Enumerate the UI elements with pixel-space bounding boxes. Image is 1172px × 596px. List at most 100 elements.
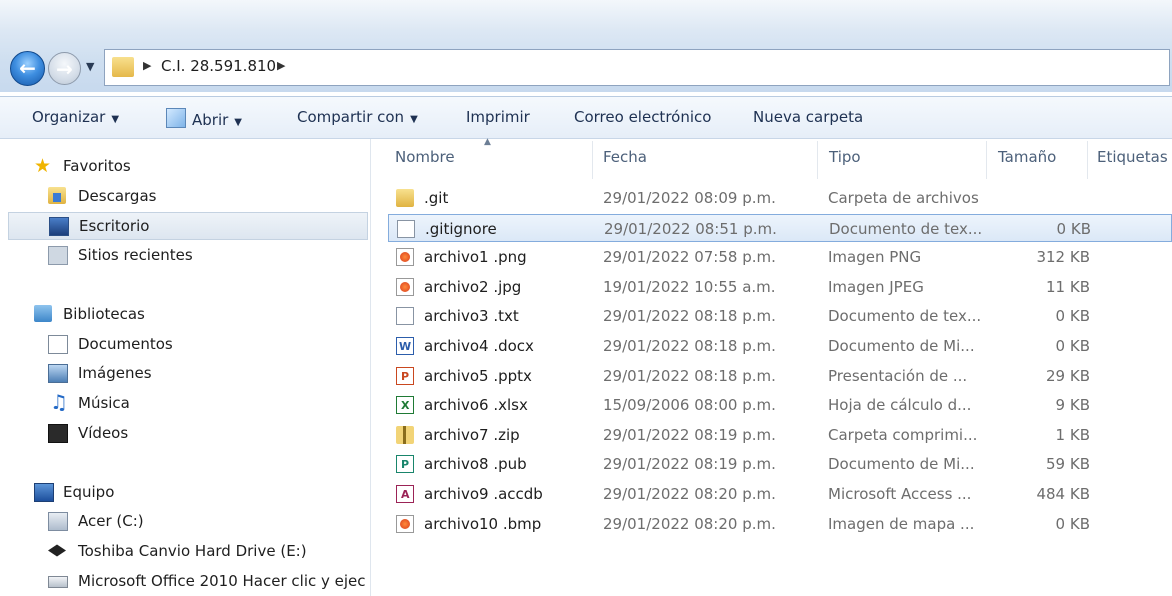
file-type: Imagen PNG <box>828 248 922 266</box>
file-row[interactable]: archivo1 .png 29/01/2022 07:58 p.m. Imagen… <box>388 243 1172 271</box>
file-type: Imagen JPEG <box>828 278 924 296</box>
column-nombre-label: Nombre <box>395 148 455 166</box>
file-row[interactable]: archivo5 .pptx 29/01/2022 08:18 p.m. Prese… <box>388 362 1172 391</box>
column-divider[interactable] <box>592 141 593 179</box>
file-type: Carpeta comprimi... <box>828 426 978 444</box>
column-header-nombre[interactable]: Nombre <box>395 148 455 166</box>
column-header-fecha[interactable]: Fecha <box>603 148 647 166</box>
file-row[interactable]: archivo6 .xlsx 15/09/2006 08:00 p.m. Hoja … <box>388 391 1172 420</box>
file-date: 29/01/2022 07:58 p.m. <box>603 248 776 266</box>
nav-musica[interactable]: ♫ Música <box>48 390 358 416</box>
optical-drive-icon <box>48 576 68 588</box>
nav-bibliotecas[interactable]: Bibliotecas <box>34 301 354 327</box>
computer-icon <box>34 483 54 502</box>
imprimir-button[interactable]: Imprimir <box>466 108 530 126</box>
chevron-right-icon[interactable]: ▶ <box>143 59 151 72</box>
column-header-tamano[interactable]: Tamaño <box>998 148 1056 166</box>
file-date: 29/01/2022 08:19 p.m. <box>603 455 776 473</box>
file-row[interactable]: archivo4 .docx 29/01/2022 08:18 p.m. Docum… <box>388 332 1172 361</box>
file-date: 29/01/2022 08:19 p.m. <box>603 426 776 444</box>
caret-down-icon: ▼ <box>111 114 120 125</box>
file-type: Carpeta de archivos <box>828 189 979 207</box>
nav-imagenes[interactable]: Imágenes <box>48 360 358 386</box>
abrir-label: Abrir <box>192 111 229 129</box>
correo-button[interactable]: Correo electrónico <box>574 108 711 126</box>
text-file-icon <box>396 307 414 325</box>
file-name: archivo6 .xlsx <box>424 396 528 414</box>
file-name: archivo3 .txt <box>424 307 519 325</box>
nav-escritorio[interactable]: Escritorio <box>8 212 368 240</box>
file-size: 11 KB <box>1046 278 1090 296</box>
column-divider[interactable] <box>986 141 987 179</box>
desktop-icon <box>49 217 69 236</box>
file-date: 15/09/2006 08:00 p.m. <box>603 396 776 414</box>
column-header-tipo[interactable]: Tipo <box>829 148 861 166</box>
file-size: 484 KB <box>1036 485 1090 503</box>
file-type: Imagen de mapa ... <box>828 515 975 533</box>
file-name: archivo9 .accdb <box>424 485 543 503</box>
organizar-button[interactable]: Organizar ▼ <box>32 108 119 126</box>
file-row[interactable]: archivo3 .txt 29/01/2022 08:18 p.m. Docume… <box>388 302 1172 330</box>
music-note-icon: ♫ <box>50 390 68 414</box>
access-file-icon <box>396 481 414 509</box>
navigation-pane[interactable]: ★ Favoritos Descargas Escritorio Sitios … <box>0 139 371 596</box>
file-name: archivo1 .png <box>424 248 527 266</box>
nav-descargas[interactable]: Descargas <box>48 183 358 209</box>
compartir-button[interactable]: Compartir con ▼ <box>297 108 418 126</box>
nav-drive-c[interactable]: Acer (C:) <box>48 508 358 534</box>
back-button[interactable]: ← <box>10 51 45 86</box>
file-type: Documento de tex... <box>828 307 982 325</box>
nav-favoritos-label: Favoritos <box>63 157 131 175</box>
chevron-right-icon[interactable]: ▶ <box>277 59 285 72</box>
address-bar[interactable]: ▶ C.I. 28.591.810 ▶ <box>104 49 1170 86</box>
file-date: 19/01/2022 10:55 a.m. <box>603 278 776 296</box>
nav-drive-e[interactable]: Toshiba Canvio Hard Drive (E:) <box>48 538 358 564</box>
hard-drive-icon <box>48 512 68 531</box>
file-list[interactable]: Nombre ▲ Fecha Tipo Tamaño Etiquetas .gi… <box>371 137 1172 596</box>
file-type: Presentación de ... <box>828 367 968 385</box>
file-size: 0 KB <box>1055 515 1090 533</box>
file-date: 29/01/2022 08:18 p.m. <box>603 367 776 385</box>
zip-file-icon <box>396 426 414 444</box>
file-row[interactable]: archivo7 .zip 29/01/2022 08:19 p.m. Carpet… <box>388 421 1172 449</box>
abrir-button[interactable]: Abrir ▼ <box>166 108 242 129</box>
nav-office-drive[interactable]: Microsoft Office 2010 Hacer clic y ejecu <box>48 568 366 594</box>
file-row[interactable]: archivo9 .accdb 29/01/2022 08:20 p.m. Micr… <box>388 480 1172 509</box>
file-row[interactable]: .gitignore 29/01/2022 08:51 p.m. Documento… <box>388 214 1172 242</box>
downloads-folder-icon <box>48 187 66 204</box>
file-date: 29/01/2022 08:09 p.m. <box>603 189 776 207</box>
nav-bibliotecas-label: Bibliotecas <box>63 305 145 323</box>
nueva-carpeta-button[interactable]: Nueva carpeta <box>753 108 863 126</box>
nav-documentos[interactable]: Documentos <box>48 331 358 357</box>
caret-down-icon: ▼ <box>410 114 418 125</box>
file-date: 29/01/2022 08:51 p.m. <box>604 220 777 238</box>
powerpoint-file-icon <box>396 363 414 391</box>
file-type: Documento de Mi... <box>828 337 975 355</box>
arrow-left-icon: ← <box>19 56 36 80</box>
word-file-icon <box>396 333 414 361</box>
address-path[interactable]: C.I. 28.591.810 <box>161 57 276 75</box>
image-file-icon <box>396 515 414 533</box>
organizar-label: Organizar <box>32 108 106 126</box>
pictures-icon <box>48 364 68 383</box>
file-row[interactable]: archivo8 .pub 29/01/2022 08:19 p.m. Docume… <box>388 450 1172 479</box>
file-type: Hoja de cálculo d... <box>828 396 972 414</box>
star-icon: ★ <box>34 155 52 177</box>
column-divider[interactable] <box>817 141 818 179</box>
nav-sitios-label: Sitios recientes <box>78 246 193 264</box>
recent-pages-dropdown[interactable]: ▼ <box>86 60 94 73</box>
nav-equipo[interactable]: Equipo <box>34 479 354 505</box>
file-name: .gitignore <box>425 220 497 238</box>
nav-sitios-recientes[interactable]: Sitios recientes <box>48 242 358 268</box>
column-header-etiquetas[interactable]: Etiquetas <box>1097 148 1168 166</box>
file-row[interactable]: archivo2 .jpg 19/01/2022 10:55 a.m. Imagen… <box>388 273 1172 301</box>
nav-favoritos[interactable]: ★ Favoritos <box>34 153 354 179</box>
nav-office-label: Microsoft Office 2010 Hacer clic y ejecu <box>78 572 366 590</box>
file-name: archivo7 .zip <box>424 426 520 444</box>
file-date: 29/01/2022 08:20 p.m. <box>603 485 776 503</box>
forward-button[interactable]: → <box>48 52 81 85</box>
column-divider[interactable] <box>1087 141 1088 179</box>
file-row[interactable]: archivo10 .bmp 29/01/2022 08:20 p.m. Image… <box>388 510 1172 538</box>
file-row[interactable]: .git 29/01/2022 08:09 p.m. Carpeta de arch… <box>388 184 1172 212</box>
nav-videos[interactable]: Vídeos <box>48 420 358 446</box>
